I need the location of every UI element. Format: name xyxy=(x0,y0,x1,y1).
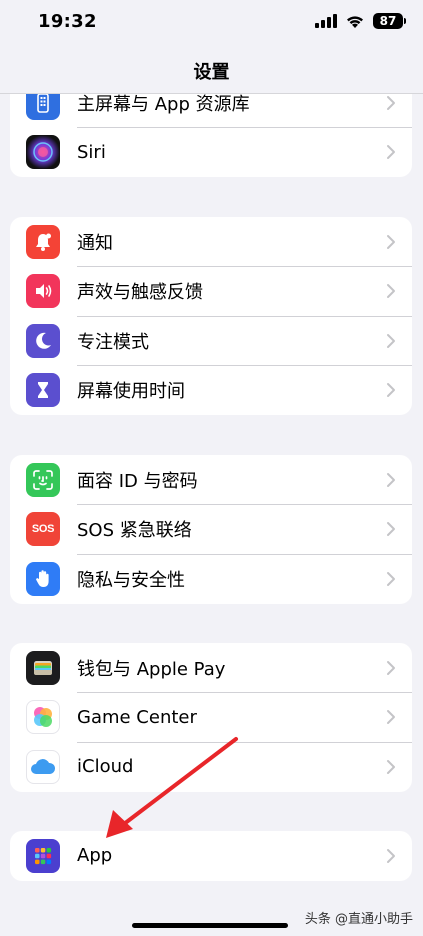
row-label: iCloud xyxy=(77,756,134,778)
chevron-right-icon xyxy=(387,472,395,487)
game-center-icon xyxy=(26,700,60,735)
row-label: Siri xyxy=(77,141,106,163)
row-icloud[interactable]: iCloud xyxy=(10,742,412,792)
icloud-icon xyxy=(26,749,60,784)
chevron-right-icon xyxy=(387,234,395,249)
status-bar: 19:32 87 xyxy=(0,0,423,44)
row-emergency-sos[interactable]: SOS SOS 紧急联络 xyxy=(10,505,412,554)
wallet-icon xyxy=(26,650,60,685)
watermark: 头条 @直通小助手 xyxy=(304,912,413,927)
row-screen-time[interactable]: 屏幕使用时间 xyxy=(10,366,412,416)
row-label: 隐私与安全性 xyxy=(77,569,185,591)
settings-group-notifications: 通知 声效与触感反馈 专注模式 屏幕使用时间 xyxy=(10,217,412,415)
chevron-right-icon xyxy=(387,848,395,863)
row-sounds-haptics[interactable]: 声效与触感反馈 xyxy=(10,267,412,316)
row-privacy-security[interactable]: 隐私与安全性 xyxy=(10,554,412,604)
row-wallet-apple-pay[interactable]: 钱包与 Apple Pay xyxy=(10,643,412,693)
status-time: 19:32 xyxy=(38,11,97,32)
row-focus[interactable]: 专注模式 xyxy=(10,316,412,366)
chevron-right-icon xyxy=(387,759,395,774)
siri-icon xyxy=(26,135,60,170)
row-label: 声效与触感反馈 xyxy=(77,282,203,304)
chevron-right-icon xyxy=(387,333,395,348)
battery-level: 87 xyxy=(379,14,397,28)
row-siri[interactable]: Siri xyxy=(10,128,412,178)
page-title: 设置 xyxy=(193,62,230,83)
status-icons: 87 xyxy=(315,12,406,30)
chevron-right-icon xyxy=(387,571,395,586)
cellular-signal-icon xyxy=(315,14,337,28)
row-label: 面容 ID 与密码 xyxy=(77,470,198,492)
apps-grid-icon xyxy=(26,838,60,873)
row-game-center[interactable]: Game Center xyxy=(10,693,412,742)
row-label: 通知 xyxy=(77,232,113,254)
battery-icon: 87 xyxy=(373,13,406,29)
row-apps[interactable]: App xyxy=(10,831,412,881)
row-face-id[interactable]: 面容 ID 与密码 xyxy=(10,455,412,505)
moon-icon xyxy=(26,323,60,358)
sos-icon-text: SOS xyxy=(31,523,55,536)
row-notifications[interactable]: 通知 xyxy=(10,217,412,267)
home-indicator[interactable] xyxy=(132,923,288,928)
settings-group-apps: App xyxy=(10,831,412,881)
chevron-right-icon xyxy=(387,383,395,398)
face-id-icon xyxy=(26,462,60,497)
chevron-right-icon xyxy=(387,145,395,160)
navigation-bar: 设置 xyxy=(0,44,423,94)
bell-icon xyxy=(26,224,60,259)
wifi-icon xyxy=(347,15,363,28)
row-label: SOS 紧急联络 xyxy=(77,520,192,542)
chevron-right-icon xyxy=(387,710,395,725)
chevron-right-icon xyxy=(387,284,395,299)
row-label: 专注模式 xyxy=(77,331,149,353)
row-label: 钱包与 Apple Pay xyxy=(77,658,226,680)
chevron-right-icon xyxy=(387,660,395,675)
hourglass-icon xyxy=(26,373,60,408)
settings-list[interactable]: 主屏幕与 App 资源库 Siri 通知 声效与触感反馈 专注模式 屏幕使用时间… xyxy=(0,0,423,936)
row-label: 屏幕使用时间 xyxy=(77,381,185,403)
sos-icon: SOS xyxy=(26,512,60,547)
row-label: App xyxy=(77,845,113,867)
speaker-icon xyxy=(26,274,60,309)
settings-group-accounts: 钱包与 Apple Pay Game Center iCloud xyxy=(10,643,412,792)
chevron-right-icon xyxy=(387,522,395,537)
row-label: Game Center xyxy=(77,706,197,728)
chevron-right-icon xyxy=(387,95,395,110)
hand-icon xyxy=(26,561,60,596)
settings-group-security: 面容 ID 与密码 SOS SOS 紧急联络 隐私与安全性 xyxy=(10,455,412,604)
